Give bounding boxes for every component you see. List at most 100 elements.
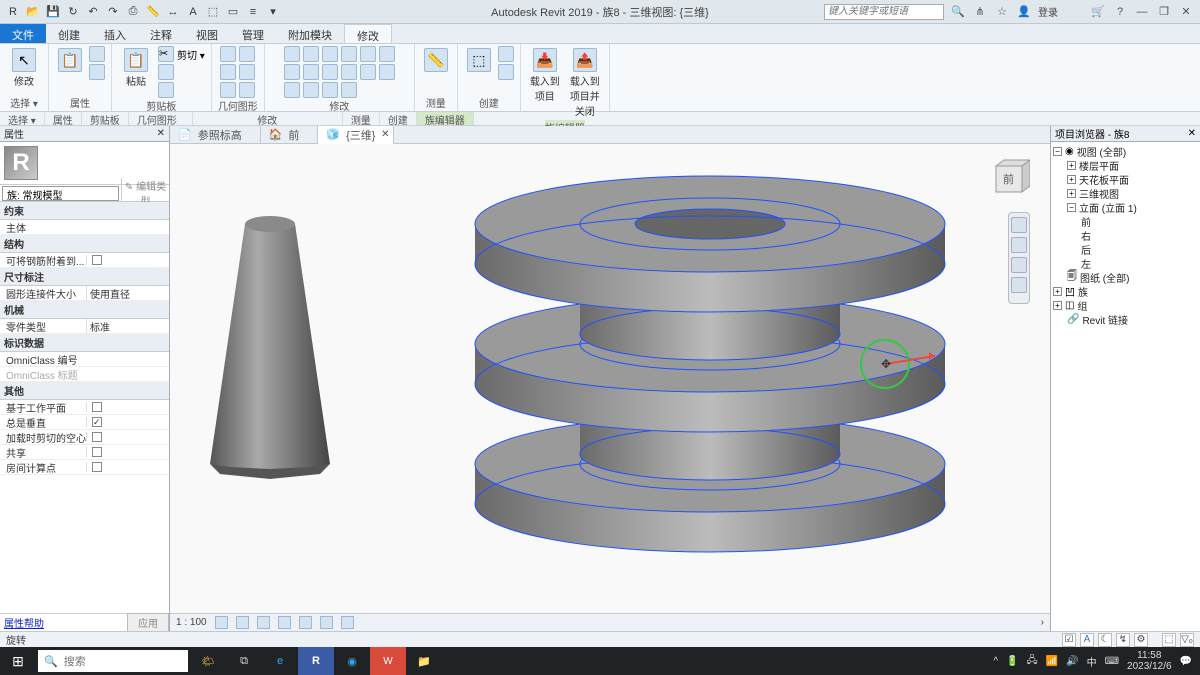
workplane-checkbox[interactable] [92, 402, 102, 412]
taskbar-search[interactable]: 🔍 搜索 [38, 650, 188, 672]
text-icon[interactable]: A [186, 5, 200, 19]
type-prop-icon[interactable] [89, 46, 105, 62]
split-face-icon[interactable] [239, 82, 255, 98]
offset-icon[interactable] [322, 46, 338, 62]
search-input[interactable] [824, 4, 944, 20]
create-similar-button[interactable]: ⬚ [464, 46, 494, 74]
3d-icon[interactable]: ⬚ [206, 5, 220, 19]
prop-workplane[interactable]: 基于工作平面 [0, 400, 169, 415]
match-button[interactable] [158, 82, 205, 98]
modify-button[interactable]: ↖修改 [6, 46, 42, 90]
moon-icon[interactable]: ☾ [1098, 633, 1112, 647]
revit-icon[interactable]: R [6, 5, 20, 19]
mirror2-icon[interactable] [341, 64, 357, 80]
view-tab-front[interactable]: 🏠 前 [261, 126, 319, 144]
node-ceiling-plans[interactable]: +天花板平面 [1053, 172, 1198, 186]
apply-button[interactable]: 应用 [127, 613, 169, 632]
tray-up-icon[interactable]: ^ [993, 656, 998, 667]
taskbar-clock[interactable]: 11:58 2023/12/6 [1127, 650, 1172, 672]
prop-always-vertical[interactable]: 总是垂直 [0, 415, 169, 430]
vertical-checkbox[interactable] [92, 417, 102, 427]
load-close-button[interactable]: 📤载入到 项目并关闭 [567, 46, 603, 120]
prop-host[interactable]: 主体 [0, 220, 169, 235]
prop-part-type[interactable]: 零件类型标准 [0, 319, 169, 334]
node-elevations[interactable]: −立面 (立面 1) [1053, 200, 1198, 214]
split-icon[interactable] [322, 64, 338, 80]
reveal-icon[interactable] [341, 616, 354, 629]
share-checkbox[interactable] [92, 447, 102, 457]
mirror1-icon[interactable] [360, 46, 376, 62]
cut-geom-icon[interactable] [220, 64, 236, 80]
scroll-right-icon[interactable]: › [1041, 617, 1044, 628]
section-icon[interactable]: ▭ [226, 5, 240, 19]
orbit-icon[interactable] [1011, 277, 1027, 293]
tray-battery-icon[interactable]: 🔋 [1006, 656, 1018, 667]
minimize-button[interactable]: — [1134, 4, 1150, 20]
redo-icon[interactable]: ↷ [106, 5, 120, 19]
hide-isolate-icon[interactable] [320, 616, 333, 629]
prop-rebar[interactable]: 可将钢筋附着到... [0, 253, 169, 268]
sync-icon[interactable]: ↻ [66, 5, 80, 19]
ungroup-icon[interactable] [498, 64, 514, 80]
tab-insert[interactable]: 插入 [92, 24, 138, 43]
zoom-icon[interactable] [1011, 257, 1027, 273]
pin-icon[interactable] [284, 82, 300, 98]
prop-omni-num[interactable]: OmniClass 编号 [0, 352, 169, 367]
cut-button[interactable]: ✂剪切 ▾ [158, 46, 205, 62]
open-icon[interactable]: 📂 [26, 5, 40, 19]
demolish-icon[interactable] [341, 82, 357, 98]
node-groups[interactable]: +◫组 [1053, 298, 1198, 312]
taskbar-weather-icon[interactable]: 🌤 [190, 647, 226, 675]
settings-icon[interactable]: ⚙ [1134, 633, 1148, 647]
tab-manage[interactable]: 管理 [230, 24, 276, 43]
select-filter-icon[interactable]: ☑ [1062, 633, 1076, 647]
tab-view[interactable]: 视图 [184, 24, 230, 43]
unpin-icon[interactable] [303, 82, 319, 98]
prop-omni-title[interactable]: OmniClass 标题 [0, 367, 169, 382]
void-checkbox[interactable] [92, 432, 102, 442]
tab-file[interactable]: 文件 [0, 24, 46, 43]
close-button[interactable]: ✕ [1178, 4, 1194, 20]
tray-notifications-icon[interactable]: 💬 [1180, 656, 1192, 667]
trim-icon[interactable] [303, 64, 319, 80]
close-hidden-icon[interactable]: ▾ [266, 5, 280, 19]
tray-volume-icon[interactable]: 🔊 [1066, 656, 1078, 667]
node-elev-back[interactable]: 后 [1053, 242, 1198, 256]
tab-addins[interactable]: 附加模块 [276, 24, 344, 43]
thin-icon[interactable]: ≡ [246, 5, 260, 19]
type-selector[interactable]: 族: 常规模型 [2, 186, 119, 201]
node-elev-right[interactable]: 右 [1053, 228, 1198, 242]
browser-close-icon[interactable]: ✕ [1188, 128, 1196, 139]
node-families[interactable]: +凹族 [1053, 284, 1198, 298]
sun-path-icon[interactable] [257, 616, 270, 629]
prop-round-connector[interactable]: 圆形连接件大小使用直径 [0, 286, 169, 301]
rotate-icon[interactable] [284, 64, 300, 80]
node-elev-front[interactable]: 前 [1053, 214, 1198, 228]
maximize-button[interactable]: ❐ [1156, 4, 1172, 20]
properties-button[interactable]: 📋 [55, 46, 85, 74]
save-icon[interactable]: 💾 [46, 5, 60, 19]
uncut-icon[interactable] [239, 46, 255, 62]
prop-void-cut[interactable]: 加载时剪切的空心 [0, 430, 169, 445]
design-options-icon[interactable]: ↯ [1116, 633, 1130, 647]
filter-icon[interactable]: ▽₀ [1180, 633, 1194, 647]
rebar-checkbox[interactable] [92, 255, 102, 265]
tray-input-icon[interactable]: ⌨ [1105, 656, 1119, 667]
measure-icon[interactable]: 📏 [146, 5, 160, 19]
crop-icon[interactable] [299, 616, 312, 629]
prop-share[interactable]: 共享 [0, 445, 169, 460]
scale-icon[interactable] [360, 64, 376, 80]
detail-level-icon[interactable] [215, 616, 228, 629]
roomcalc-checkbox[interactable] [92, 462, 102, 472]
taskbar-edge-icon[interactable]: ◉ [334, 647, 370, 675]
view-tab-3d[interactable]: 🧊 {三维}✕ [318, 126, 394, 144]
print-icon[interactable]: ⎙ [126, 5, 140, 19]
extend-icon[interactable] [322, 82, 338, 98]
comm-icon[interactable]: ⋔ [972, 4, 988, 20]
view-tab-ref-level[interactable]: 📄 参照标高 [170, 126, 261, 144]
taskbar-explorer-icon[interactable]: 📁 [406, 647, 442, 675]
tray-ime-icon[interactable]: 中 [1087, 654, 1097, 669]
tray-network-icon[interactable]: 🖧 [1027, 653, 1038, 670]
tab-modify[interactable]: 修改 [344, 24, 392, 43]
dim-icon[interactable]: ↔ [166, 5, 180, 19]
